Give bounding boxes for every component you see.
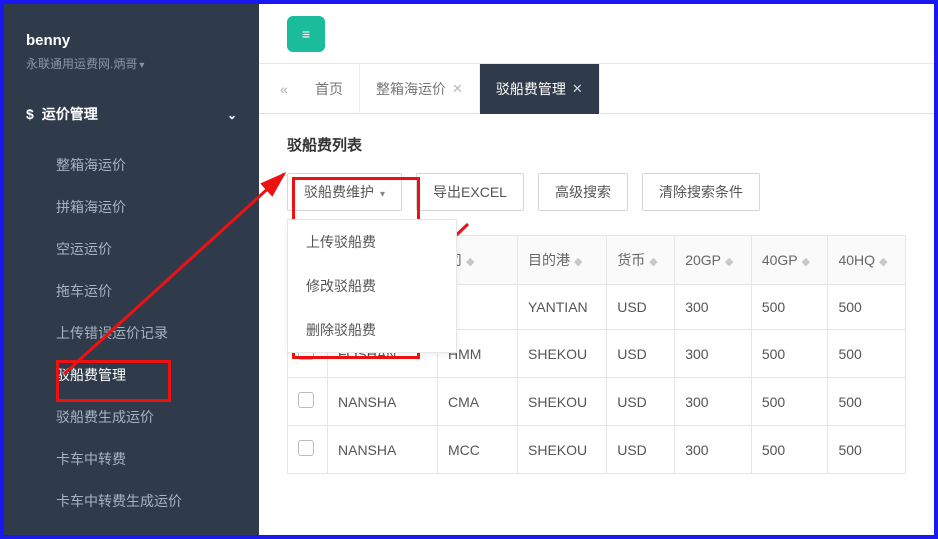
tabs-bar: « 首页 整箱海运价 ✕ 驳船费管理 ✕	[259, 64, 934, 114]
chevron-down-icon	[227, 106, 237, 122]
sidebar: benny 永联通用运费网.炳哥 $运价管理 整箱海运价 拼箱海运价 空运运价 …	[4, 4, 259, 535]
chevron-down-icon	[137, 57, 144, 71]
topbar: ≡	[259, 4, 934, 64]
hamburger-icon: ≡	[302, 26, 310, 42]
sidebar-item-barge-fee[interactable]: 驳船费管理	[56, 354, 259, 396]
main-area: ≡ « 首页 整箱海运价 ✕ 驳船费管理 ✕ 驳船费列表 驳船费维护	[259, 4, 934, 535]
dropdown-item-upload[interactable]: 上传驳船费	[288, 220, 456, 264]
maintain-dropdown-button[interactable]: 驳船费维护	[287, 173, 402, 211]
user-block: benny 永联通用运费网.炳哥	[4, 4, 259, 90]
sidebar-item-truck-transfer-gen[interactable]: 卡车中转费生成运价	[56, 480, 259, 522]
clear-search-button[interactable]: 清除搜索条件	[642, 173, 760, 211]
chevron-down-icon	[380, 184, 385, 200]
page-title: 驳船费列表	[287, 134, 906, 155]
close-icon[interactable]: ✕	[572, 81, 583, 97]
row-checkbox[interactable]	[298, 440, 314, 456]
row-checkbox[interactable]	[298, 392, 314, 408]
sidebar-item-lcl[interactable]: 拼箱海运价	[56, 186, 259, 228]
table-row: NANSHA CMA SHEKOU USD 300 500 500	[288, 378, 906, 426]
sidebar-item-truck[interactable]: 拖车运价	[56, 270, 259, 312]
user-name: benny	[26, 32, 237, 49]
maintain-dropdown-menu: 上传驳船费 修改驳船费 删除驳船费	[287, 219, 457, 353]
tab-home[interactable]: 首页	[299, 64, 360, 114]
export-excel-button[interactable]: 导出EXCEL	[416, 173, 524, 211]
menu-toggle-button[interactable]: ≡	[287, 16, 325, 52]
dropdown-item-delete[interactable]: 删除驳船费	[288, 308, 456, 352]
sidebar-item-barge-gen[interactable]: 驳船费生成运价	[56, 396, 259, 438]
sidebar-item-air[interactable]: 空运运价	[56, 228, 259, 270]
close-icon[interactable]: ✕	[452, 81, 463, 97]
table-row: NANSHA MCC SHEKOU USD 300 500 500	[288, 426, 906, 474]
dollar-icon: $	[26, 106, 34, 122]
sort-icon[interactable]: ◆	[649, 256, 657, 268]
nav-section-pricing[interactable]: $运价管理	[4, 90, 259, 138]
user-subtitle[interactable]: 永联通用运费网.炳哥	[26, 55, 237, 72]
dropdown-item-edit[interactable]: 修改驳船费	[288, 264, 456, 308]
sort-icon[interactable]: ◆	[879, 256, 887, 268]
sort-icon[interactable]: ◆	[466, 256, 474, 268]
sort-icon[interactable]: ◆	[574, 256, 582, 268]
sort-icon[interactable]: ◆	[802, 256, 810, 268]
sidebar-item-truck-transfer[interactable]: 卡车中转费	[56, 438, 259, 480]
advanced-search-button[interactable]: 高级搜索	[538, 173, 628, 211]
toolbar: 驳船费维护 导出EXCEL 高级搜索 清除搜索条件 上传驳船费 修改驳船费 删除…	[287, 173, 906, 211]
tab-fcl[interactable]: 整箱海运价 ✕	[360, 64, 480, 114]
sidebar-item-upload-error[interactable]: 上传错误运价记录	[56, 312, 259, 354]
tab-barge-fee[interactable]: 驳船费管理 ✕	[480, 64, 600, 114]
content: 驳船费列表 驳船费维护 导出EXCEL 高级搜索 清除搜索条件 上传驳船费 修改…	[259, 114, 934, 494]
sidebar-item-publish[interactable]: 发布到网站运价	[56, 522, 259, 539]
tab-scroll-left-icon[interactable]: «	[269, 81, 299, 97]
sort-icon[interactable]: ◆	[725, 256, 733, 268]
sidebar-item-fcl[interactable]: 整箱海运价	[56, 144, 259, 186]
